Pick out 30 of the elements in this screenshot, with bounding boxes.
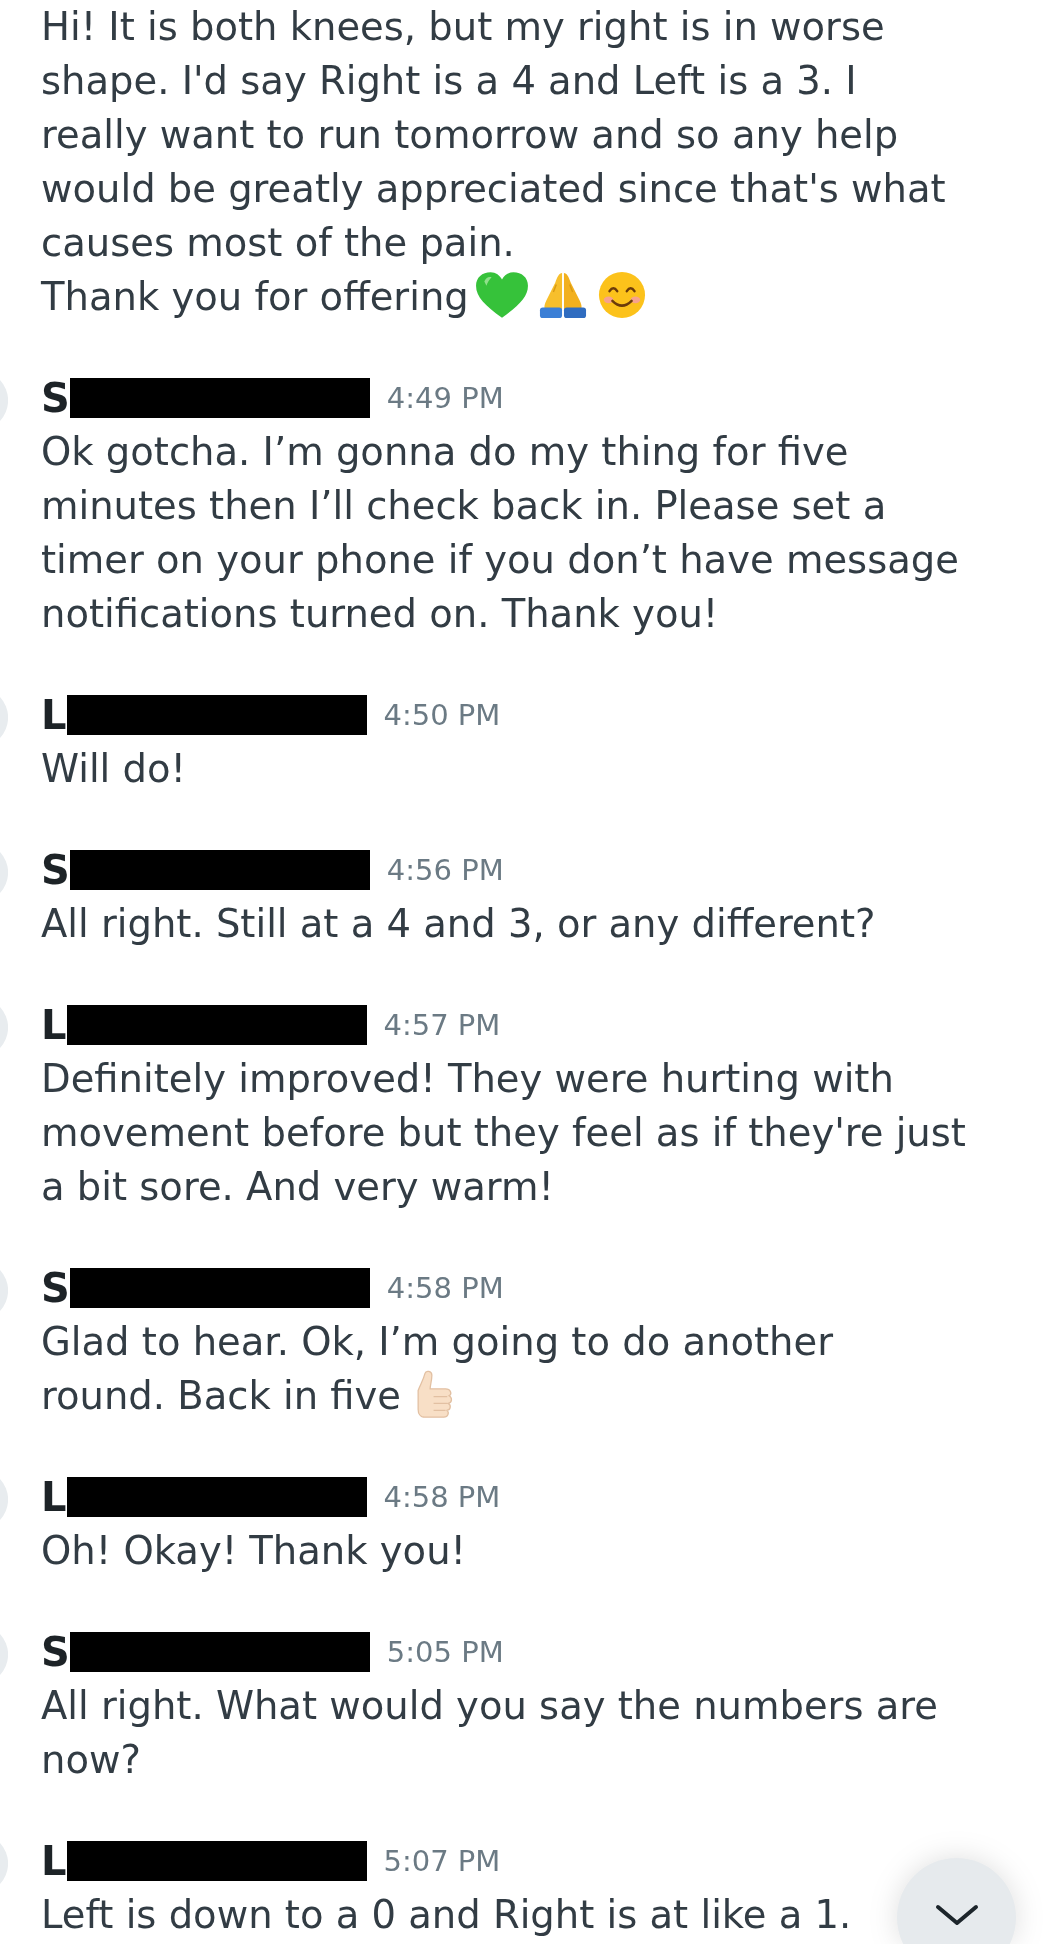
message-text: Thank you for offering xyxy=(41,274,469,319)
message-time: 4:58 PM xyxy=(386,1273,504,1303)
message-text: Definitely improved! They were hurting with movement before but they feel as if they're just a bit sore. And very warm! xyxy=(41,1056,966,1209)
message-time: 5:07 PM xyxy=(383,1846,501,1876)
message-text: All right. Still at a 4 and 3, or any different? xyxy=(41,901,876,946)
sender-name: S xyxy=(41,1632,70,1672)
message-time: 4:56 PM xyxy=(386,855,504,885)
chevron-down-icon xyxy=(934,1904,979,1926)
sender-name: L xyxy=(41,1477,67,1517)
message-time: 4:50 PM xyxy=(383,700,501,730)
message-text: Oh! Okay! Thank you! xyxy=(41,1528,466,1573)
sender-name: S xyxy=(41,1268,70,1308)
smiling-face-icon xyxy=(596,271,647,319)
sender-name: L xyxy=(41,695,67,735)
sender-name: S xyxy=(41,378,70,418)
message-text: Hi! It is both knees, but my right is in worse shape. I'd say Right is a 4 and Left is a 3. I really want to run tomorrow and so any help would be greatly appreciated since that's what causes most of the pain. xyxy=(41,4,946,265)
message-text: Glad to hear. Ok, I’m going to do another xyxy=(41,1319,833,1364)
message-text: Will do! xyxy=(41,746,186,791)
message-time: 4:58 PM xyxy=(383,1482,501,1512)
message-time: 4:49 PM xyxy=(386,383,504,413)
sender-name: L xyxy=(41,1005,67,1045)
heart-icon xyxy=(474,271,529,319)
sender-name: L xyxy=(41,1841,67,1881)
message-text: All right. What would you say the numbers are now? xyxy=(41,1683,938,1782)
message-text: Left is down to a 0 and Right is at like a 1. xyxy=(41,1892,852,1937)
message-time: 5:05 PM xyxy=(386,1637,504,1667)
sender-name: S xyxy=(41,850,70,890)
message-text: Ok gotcha. I’m gonna do my thing for five minutes then I’ll check back in. Please set a timer on your phone if you don’t have message notifications turned on. Thank you! xyxy=(41,429,959,636)
message-time: 4:57 PM xyxy=(383,1010,501,1040)
message-text: round. Back in five xyxy=(41,1373,402,1418)
